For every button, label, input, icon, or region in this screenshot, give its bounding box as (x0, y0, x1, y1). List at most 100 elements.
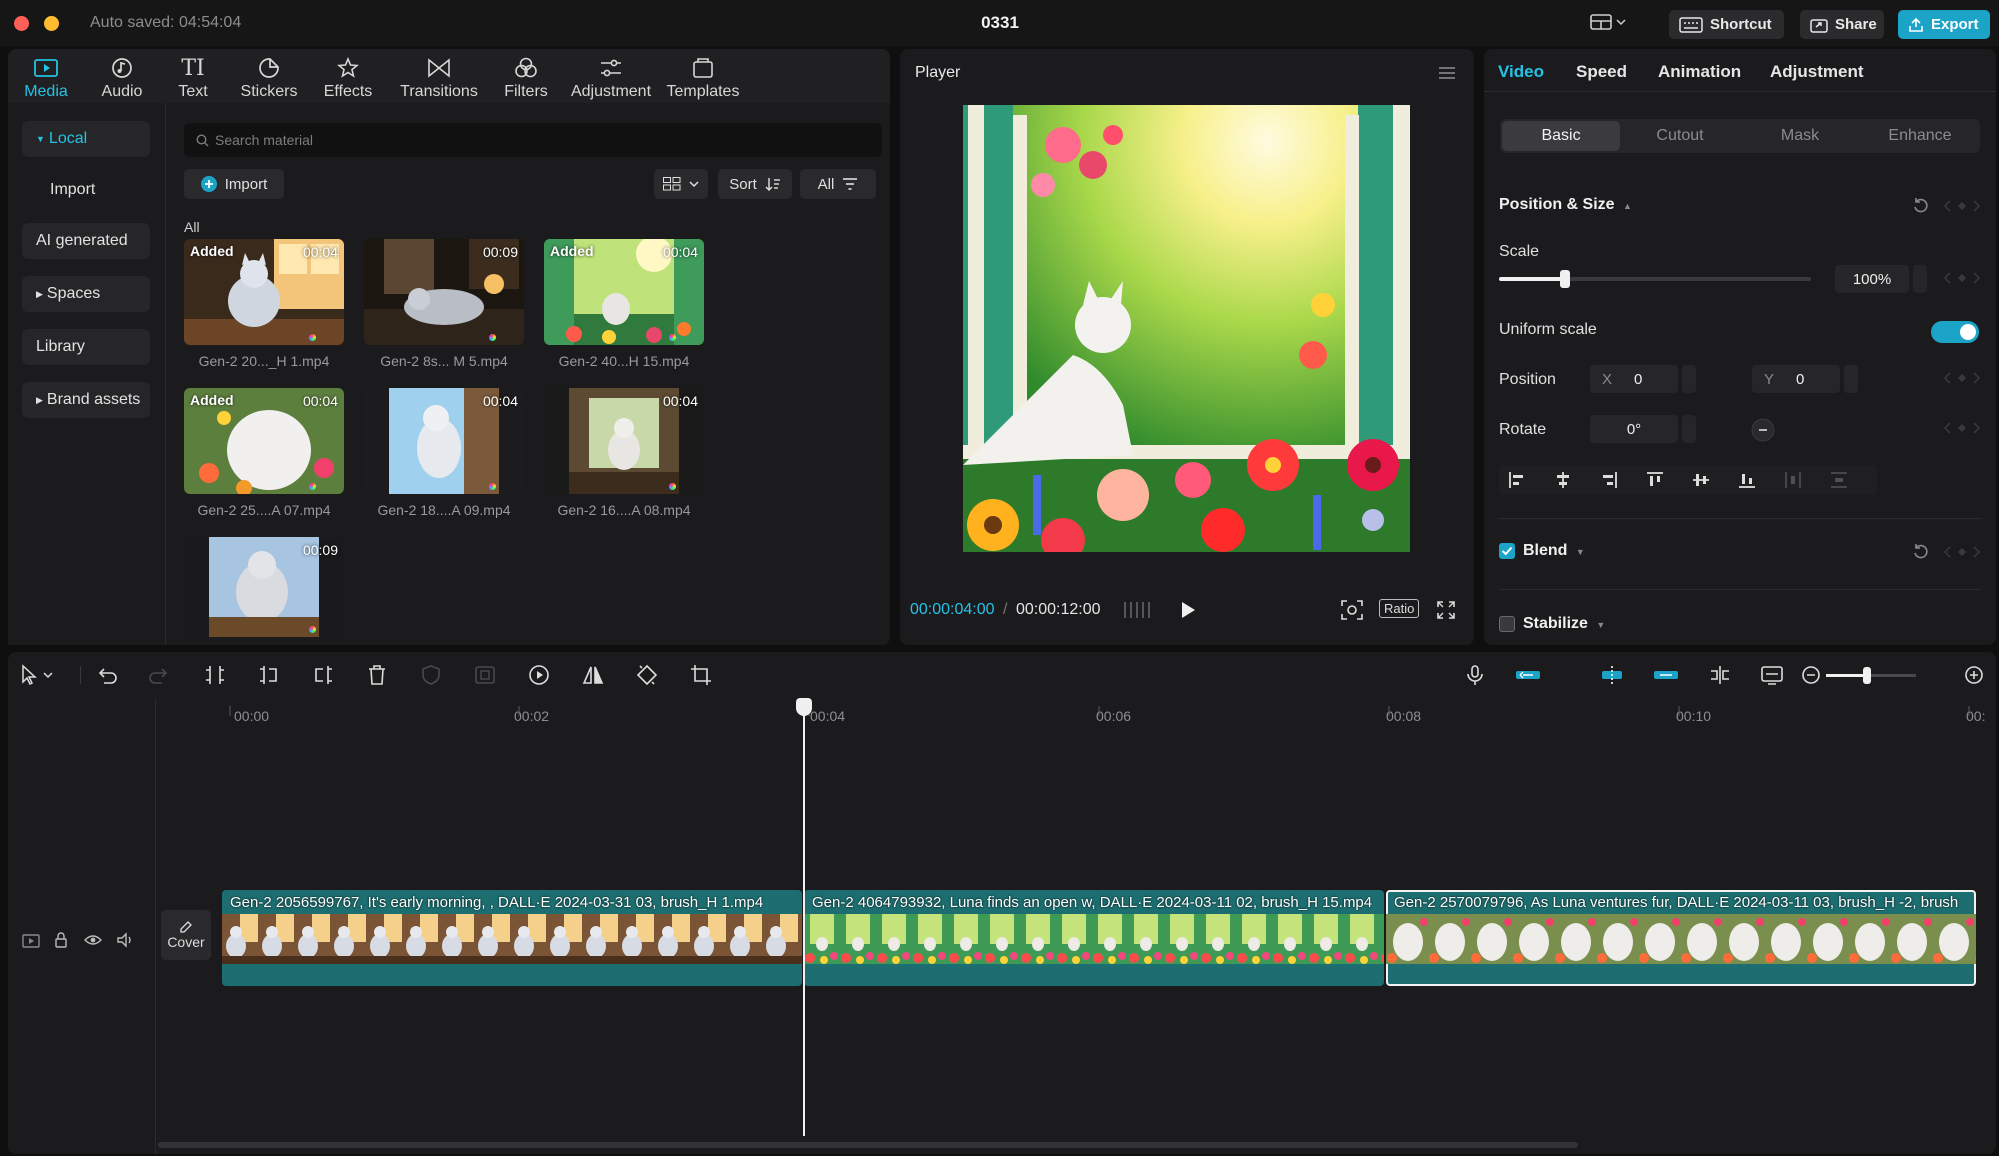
stabilize-checkbox[interactable] (1499, 616, 1515, 632)
media-item[interactable]: 00:09 (364, 239, 524, 345)
preview-axis-icon[interactable] (1760, 664, 1784, 686)
split-icon[interactable] (204, 664, 226, 686)
search-input[interactable]: Search material (184, 123, 882, 157)
tab-adjustment[interactable]: Adjustment (1770, 62, 1864, 82)
sidebar-item-local[interactable]: ▼ Local (22, 121, 150, 157)
tab-filters[interactable]: Filters (498, 53, 554, 101)
split-preview-icon[interactable] (1708, 664, 1732, 686)
play-circle-icon[interactable] (528, 664, 550, 686)
filter-button[interactable]: All (800, 169, 876, 199)
main-track-magnet-icon[interactable] (1514, 664, 1542, 686)
stabilize-header[interactable]: Stabilize ▼ (1523, 615, 1605, 633)
distribute-h-icon[interactable] (1784, 471, 1802, 489)
subtab-cutout[interactable]: Cutout (1620, 119, 1740, 153)
timeline-clip-selected[interactable]: Gen-2 2570079796, As Luna ventures fur, … (1386, 890, 1976, 986)
undo-icon[interactable] (96, 664, 118, 686)
share-button[interactable]: Share (1800, 10, 1884, 39)
zoom-slider[interactable] (1826, 667, 1916, 684)
waveform-icon[interactable] (1122, 600, 1152, 620)
video-preview[interactable] (963, 105, 1410, 552)
scale-slider[interactable] (1499, 270, 1811, 288)
position-x-field[interactable]: X 0 (1590, 365, 1678, 393)
scale-slider-handle[interactable] (1559, 270, 1570, 288)
align-bottom-icon[interactable] (1738, 471, 1756, 489)
layout-icon[interactable] (1590, 14, 1626, 30)
position-x-stepper[interactable] (1682, 365, 1696, 393)
position-y-stepper[interactable] (1844, 365, 1858, 393)
keyframe-nav-icon[interactable] (1942, 371, 1982, 385)
fit-view-icon[interactable] (1340, 599, 1364, 621)
import-button[interactable]: Import (184, 169, 284, 199)
microphone-icon[interactable] (1464, 664, 1486, 686)
media-item[interactable]: Added 00:04 (184, 388, 344, 494)
reset-icon[interactable] (1912, 543, 1930, 561)
tab-transitions[interactable]: Transitions (393, 53, 485, 101)
rotate-icon[interactable] (636, 664, 658, 686)
shortcut-button[interactable]: Shortcut (1669, 10, 1784, 39)
keyframe-nav-icon[interactable] (1942, 421, 1982, 435)
media-item[interactable]: Added 00:04 (184, 239, 344, 345)
tab-media[interactable]: Media (18, 53, 74, 101)
subtab-basic[interactable]: Basic (1502, 121, 1620, 151)
eye-icon[interactable] (84, 934, 102, 946)
sidebar-item-brand-assets[interactable]: ▶ Brand assets (22, 382, 150, 418)
align-right-icon[interactable] (1600, 471, 1618, 489)
keyframe-nav-icon[interactable] (1942, 199, 1982, 213)
media-item[interactable]: 00:09 (184, 537, 344, 637)
timeline-scrollbar[interactable] (158, 1142, 1578, 1148)
fullscreen-icon[interactable] (1436, 600, 1456, 620)
playhead-handle[interactable] (796, 698, 812, 716)
sidebar-item-ai-generated[interactable]: AI generated (22, 223, 150, 259)
rotate-stepper[interactable] (1682, 415, 1696, 443)
blend-header[interactable]: Blend ▼ (1523, 542, 1585, 560)
timeline-clip[interactable]: Gen-2 4064793932, Luna finds an open w, … (804, 890, 1384, 986)
ratio-button[interactable]: Ratio (1379, 599, 1420, 618)
cover-button[interactable]: Cover (161, 910, 211, 960)
media-item[interactable]: Added 00:04 (544, 239, 704, 345)
sort-button[interactable]: Sort (718, 169, 792, 199)
tab-speed[interactable]: Speed (1576, 62, 1627, 82)
shield-icon[interactable] (420, 664, 442, 686)
zoom-slider-handle[interactable] (1862, 667, 1871, 684)
crop-icon[interactable] (690, 664, 712, 686)
redo-icon[interactable] (148, 664, 170, 686)
minimize-window-button[interactable] (44, 16, 59, 31)
auto-snap-icon[interactable] (1600, 664, 1624, 686)
split-right-icon[interactable] (312, 664, 334, 686)
zoom-in-icon[interactable] (1963, 664, 1985, 686)
scale-value-field[interactable]: 100% (1835, 265, 1909, 293)
subtab-mask[interactable]: Mask (1740, 119, 1860, 153)
uniform-scale-toggle[interactable] (1931, 321, 1979, 343)
tab-stickers[interactable]: Stickers (236, 53, 302, 101)
media-item[interactable]: 00:04 (364, 388, 524, 494)
menu-icon[interactable] (1438, 66, 1456, 80)
project-title[interactable]: 0331 (950, 13, 1050, 33)
linkage-icon[interactable] (1652, 664, 1680, 686)
position-size-header[interactable]: Position & Size ▲ (1499, 196, 1632, 214)
sidebar-item-library[interactable]: Library (22, 329, 150, 365)
blend-checkbox[interactable] (1499, 543, 1515, 559)
zoom-out-icon[interactable] (1800, 664, 1822, 686)
rotate-field[interactable]: 0° (1590, 415, 1678, 443)
position-y-field[interactable]: Y 0 (1752, 365, 1840, 393)
close-window-button[interactable] (14, 16, 29, 31)
tab-audio[interactable]: Audio (94, 53, 150, 101)
align-center-h-icon[interactable] (1554, 471, 1572, 489)
freeze-frame-icon[interactable] (474, 664, 496, 686)
delete-icon[interactable] (366, 664, 388, 686)
lock-icon[interactable] (54, 932, 68, 948)
sidebar-item-import[interactable]: Import (36, 172, 164, 208)
tab-effects[interactable]: Effects (318, 53, 378, 101)
speaker-icon[interactable] (116, 932, 134, 948)
align-left-icon[interactable] (1508, 471, 1526, 489)
scale-stepper[interactable] (1913, 265, 1927, 293)
split-left-icon[interactable] (258, 664, 280, 686)
reset-icon[interactable] (1912, 197, 1930, 215)
tab-text[interactable]: TI Text (168, 53, 218, 101)
tab-video[interactable]: Video (1498, 62, 1544, 82)
keyframe-nav-icon[interactable] (1942, 545, 1982, 559)
align-center-v-icon[interactable] (1692, 471, 1710, 489)
keyframe-nav-icon[interactable] (1942, 271, 1982, 285)
align-top-icon[interactable] (1646, 471, 1664, 489)
rotate-dial-icon[interactable] (1750, 417, 1776, 443)
